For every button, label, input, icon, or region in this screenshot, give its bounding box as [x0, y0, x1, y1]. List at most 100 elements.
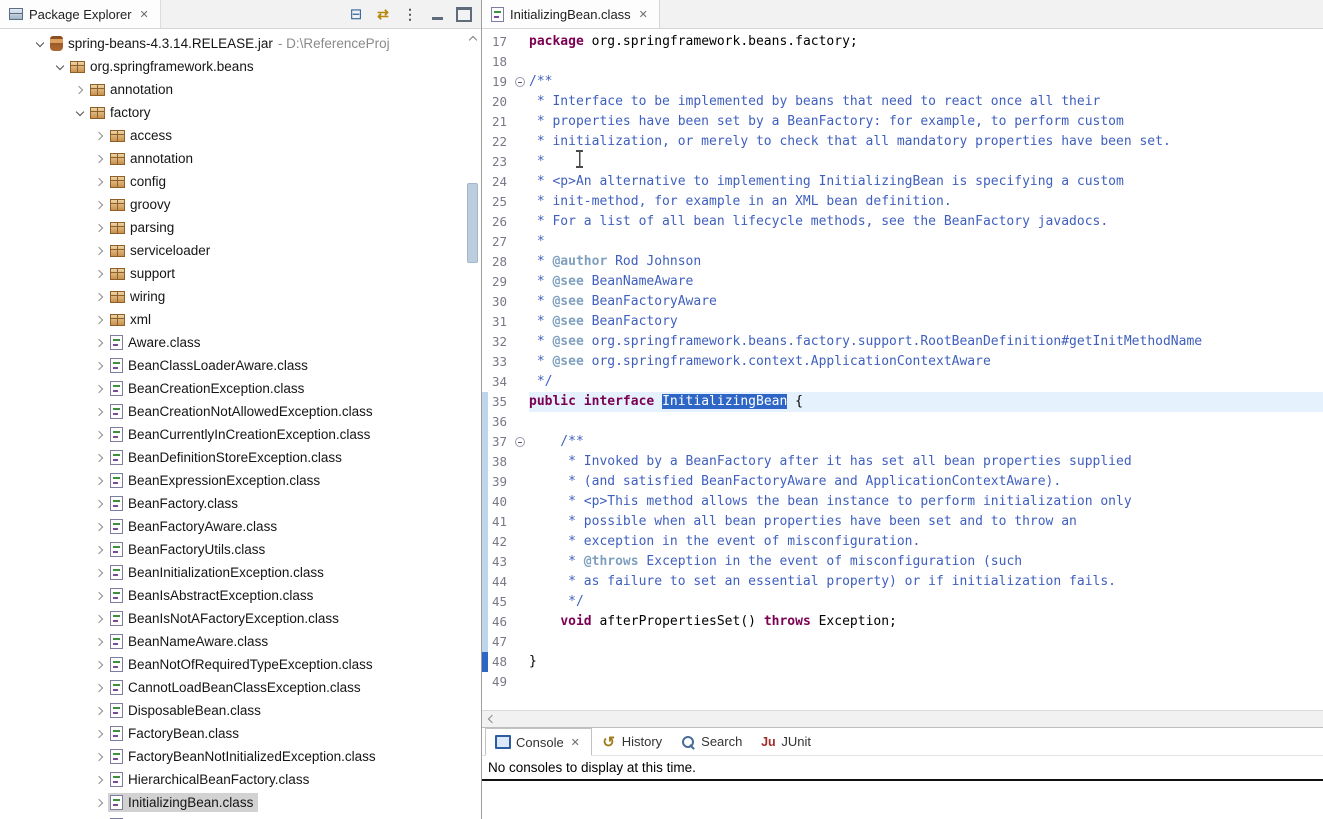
tree-item-parsing[interactable]: parsing [0, 216, 481, 239]
tab-package-explorer[interactable]: Package Explorer ✕ [0, 0, 161, 28]
code-line-37[interactable]: 37 /** [482, 432, 1323, 452]
code-line-35[interactable]: 35public interface InitializingBean { [482, 392, 1323, 412]
chevron-right-icon[interactable] [92, 404, 108, 420]
code-line-18[interactable]: 18 [482, 52, 1323, 72]
tree-item-factorybean-class[interactable]: FactoryBean.class [0, 722, 481, 745]
code-line-48[interactable]: 48} [482, 652, 1323, 672]
tab-search[interactable]: Search [671, 728, 751, 755]
chevron-right-icon[interactable] [92, 542, 108, 558]
tab-junit[interactable]: JUnit [751, 728, 820, 755]
code-line-27[interactable]: 27 * [482, 232, 1323, 252]
chevron-right-icon[interactable] [92, 657, 108, 673]
chevron-right-icon[interactable] [92, 795, 108, 811]
chevron-right-icon[interactable] [92, 128, 108, 144]
code-line-47[interactable]: 47 [482, 632, 1323, 652]
tree-item-beanisnotafactoryexception-class[interactable]: BeanIsNotAFactoryException.class [0, 607, 481, 630]
tree-item-beandefinitionstoreexception-class[interactable]: BeanDefinitionStoreException.class [0, 446, 481, 469]
code-line-49[interactable]: 49 [482, 672, 1323, 692]
scroll-left-icon[interactable] [482, 711, 498, 727]
chevron-right-icon[interactable] [92, 174, 108, 190]
chevron-right-icon[interactable] [92, 266, 108, 282]
code-line-30[interactable]: 30 * @see BeanFactoryAware [482, 292, 1323, 312]
code-line-31[interactable]: 31 * @see BeanFactory [482, 312, 1323, 332]
chevron-right-icon[interactable] [92, 634, 108, 650]
chevron-down-icon[interactable] [72, 105, 88, 121]
chevron-right-icon[interactable] [92, 772, 108, 788]
tree-item-spring-beans-4-3-14-release-jar[interactable]: spring-beans-4.3.14.RELEASE.jar - D:\Ref… [0, 32, 481, 55]
tree-item-wiring[interactable]: wiring [0, 285, 481, 308]
tree-item-beannotofrequiredtypeexception-class[interactable]: BeanNotOfRequiredTypeException.class [0, 653, 481, 676]
code-line-29[interactable]: 29 * @see BeanNameAware [482, 272, 1323, 292]
chevron-right-icon[interactable] [92, 450, 108, 466]
code-line-33[interactable]: 33 * @see org.springframework.context.Ap… [482, 352, 1323, 372]
tree-item-beancreationexception-class[interactable]: BeanCreationException.class [0, 377, 481, 400]
code-line-25[interactable]: 25 * init-method, for example in an XML … [482, 192, 1323, 212]
tree-item-beancurrentlyincreationexception-class[interactable]: BeanCurrentlyInCreationException.class [0, 423, 481, 446]
tree-item-serviceloader[interactable]: serviceloader [0, 239, 481, 262]
tree-item-beanfactoryutils-class[interactable]: BeanFactoryUtils.class [0, 538, 481, 561]
tree-item-xml[interactable]: xml [0, 308, 481, 331]
code-line-17[interactable]: 17package org.springframework.beans.fact… [482, 32, 1323, 52]
chevron-right-icon[interactable] [92, 335, 108, 351]
chevron-right-icon[interactable] [92, 703, 108, 719]
tab-initializingbean-class[interactable]: InitializingBean.class ✕ [482, 0, 660, 28]
tree-item-access[interactable]: access [0, 124, 481, 147]
chevron-right-icon[interactable] [92, 427, 108, 443]
code-line-23[interactable]: 23 * [482, 152, 1323, 172]
close-icon[interactable]: ✕ [138, 8, 151, 21]
chevron-right-icon[interactable] [92, 358, 108, 374]
editor-horizontal-scrollbar[interactable] [482, 710, 1323, 727]
code-line-40[interactable]: 40 * <p>This method allows the bean inst… [482, 492, 1323, 512]
code-line-44[interactable]: 44 * as failure to set an essential prop… [482, 572, 1323, 592]
code-line-21[interactable]: 21 * properties have been set by a BeanF… [482, 112, 1323, 132]
code-line-28[interactable]: 28 * @author Rod Johnson [482, 252, 1323, 272]
tree-item-config[interactable]: config [0, 170, 481, 193]
tree-item-factorybeannotinitializedexception-class[interactable]: FactoryBeanNotInitializedException.class [0, 745, 481, 768]
chevron-right-icon[interactable] [92, 220, 108, 236]
tree-item-beancreationnotallowedexception-class[interactable]: BeanCreationNotAllowedException.class [0, 400, 481, 423]
chevron-down-icon[interactable] [32, 36, 48, 52]
code-line-20[interactable]: 20 * Interface to be implemented by bean… [482, 92, 1323, 112]
code-line-34[interactable]: 34 */ [482, 372, 1323, 392]
chevron-right-icon[interactable] [92, 611, 108, 627]
scroll-up-icon[interactable] [465, 31, 480, 45]
tree-item-disposablebean-class[interactable]: DisposableBean.class [0, 699, 481, 722]
tree-item-org-springframework-beans[interactable]: org.springframework.beans [0, 55, 481, 78]
tree-item-annotation[interactable]: annotation [0, 78, 481, 101]
tree-item-groovy[interactable]: groovy [0, 193, 481, 216]
chevron-right-icon[interactable] [92, 197, 108, 213]
code-line-24[interactable]: 24 * <p>An alternative to implementing I… [482, 172, 1323, 192]
tree-item-beanfactoryaware-class[interactable]: BeanFactoryAware.class [0, 515, 481, 538]
chevron-right-icon[interactable] [92, 151, 108, 167]
chevron-right-icon[interactable] [92, 289, 108, 305]
chevron-right-icon[interactable] [92, 749, 108, 765]
chevron-right-icon[interactable] [92, 680, 108, 696]
code-line-42[interactable]: 42 * exception in the event of misconfig… [482, 532, 1323, 552]
chevron-right-icon[interactable] [92, 565, 108, 581]
tree-item-factory[interactable]: factory [0, 101, 481, 124]
tab-history[interactable]: History [592, 728, 671, 755]
chevron-right-icon[interactable] [92, 312, 108, 328]
tree-item-initializingbean-class[interactable]: InitializingBean.class [0, 791, 481, 814]
view-menu-icon[interactable] [401, 5, 419, 23]
code-line-41[interactable]: 41 * possible when all bean properties h… [482, 512, 1323, 532]
tree-item-cannotloadbeanclassexception-class[interactable]: CannotLoadBeanClassException.class [0, 676, 481, 699]
code-line-38[interactable]: 38 * Invoked by a BeanFactory after it h… [482, 452, 1323, 472]
tree-item-beaninitializationexception-class[interactable]: BeanInitializationException.class [0, 561, 481, 584]
tree-item-hierarchicalbeanfactory-class[interactable]: HierarchicalBeanFactory.class [0, 768, 481, 791]
tree-item-beanexpressionexception-class[interactable]: BeanExpressionException.class [0, 469, 481, 492]
code-line-32[interactable]: 32 * @see org.springframework.beans.fact… [482, 332, 1323, 352]
fold-collapse-icon[interactable] [515, 437, 525, 447]
tree-item-beannameaware-class[interactable]: BeanNameAware.class [0, 630, 481, 653]
code-line-39[interactable]: 39 * (and satisfied BeanFactoryAware and… [482, 472, 1323, 492]
minimize-icon[interactable] [428, 5, 446, 23]
tree-item-beanclassloaderaware-class[interactable]: BeanClassLoaderAware.class [0, 354, 481, 377]
tree-item-beanfactory-class[interactable]: BeanFactory.class [0, 492, 481, 515]
chevron-right-icon[interactable] [92, 726, 108, 742]
code-area[interactable]: 17package org.springframework.beans.fact… [482, 29, 1323, 692]
link-with-editor-icon[interactable] [374, 5, 392, 23]
code-line-19[interactable]: 19/** [482, 72, 1323, 92]
tree-item-partial[interactable] [0, 814, 481, 819]
tree-vertical-scrollbar[interactable] [465, 31, 480, 819]
tree-item-aware-class[interactable]: Aware.class [0, 331, 481, 354]
